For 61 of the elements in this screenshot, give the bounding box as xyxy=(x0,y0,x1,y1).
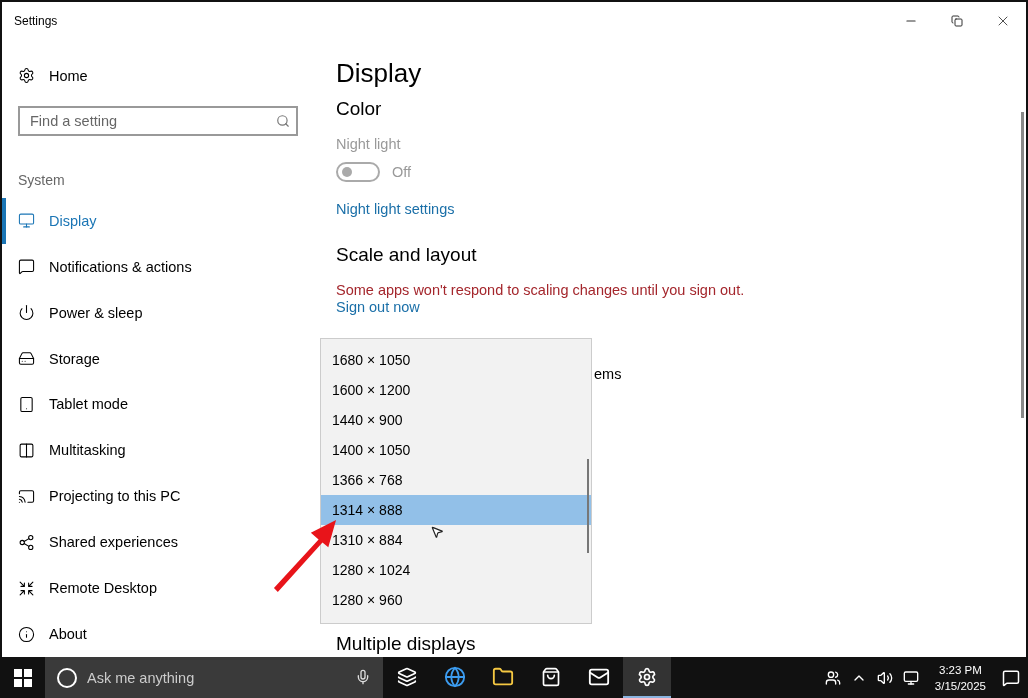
clock[interactable]: 3:23 PM 3/15/2025 xyxy=(934,661,986,694)
nav-icon xyxy=(18,212,35,230)
section-heading: Color xyxy=(336,97,383,121)
nav-icon xyxy=(18,533,35,551)
scrollbar[interactable] xyxy=(1021,112,1024,418)
window-title: Settings xyxy=(14,14,59,28)
section-heading: Scale and layout xyxy=(336,243,478,267)
nav-icon xyxy=(18,350,35,368)
nav-item[interactable]: Display xyxy=(2,197,320,244)
nav-item[interactable]: Remote Desktop xyxy=(2,565,320,612)
settings-icon xyxy=(637,666,657,687)
circle-icon xyxy=(57,668,77,688)
search-icon xyxy=(276,113,290,128)
nav-icon xyxy=(18,395,35,413)
toggle-state: Off xyxy=(392,164,412,180)
globe-icon xyxy=(444,665,466,688)
restore-icon xyxy=(951,15,963,27)
volume-icon[interactable] xyxy=(876,669,893,686)
section-heading: Multiple displays xyxy=(336,632,477,656)
search-field[interactable]: Find a setting xyxy=(18,105,298,136)
sign-out-link[interactable]: Sign out now xyxy=(336,299,420,315)
home-link[interactable]: Home xyxy=(49,67,88,84)
notification-icon[interactable] xyxy=(1002,668,1020,687)
warning-text: Some apps won't respond to scaling changes until you sign out. xyxy=(336,282,746,298)
nav-item[interactable]: Shared experiences xyxy=(2,519,320,566)
partial-text: ems xyxy=(594,366,622,382)
nav-icon xyxy=(18,487,35,505)
page-title: Display xyxy=(336,57,423,90)
resolution-option[interactable]: 1280 × 1024 xyxy=(321,555,591,585)
taskbar-app-button[interactable] xyxy=(623,657,671,698)
resolution-option[interactable]: 1280 × 960 xyxy=(321,585,591,615)
nav-item[interactable]: Projecting to this PC xyxy=(2,473,320,520)
taskbar-search-field[interactable]: Ask me anything xyxy=(45,657,383,698)
cursor-icon xyxy=(430,525,444,539)
nav-item[interactable]: Storage xyxy=(2,335,320,382)
resolution-option[interactable]: 1680 × 1050 xyxy=(321,345,591,375)
resolution-option[interactable]: 1366 × 768 xyxy=(321,465,591,495)
nav-item[interactable]: Multitasking xyxy=(2,427,320,474)
nav-item[interactable]: Power & sleep xyxy=(2,289,320,336)
microphone-icon xyxy=(355,669,371,685)
nav-icon xyxy=(18,579,35,597)
resolution-option[interactable]: 1314 × 888 xyxy=(321,495,591,525)
nav-item[interactable]: Notifications & actions xyxy=(2,243,320,290)
settings-icon xyxy=(18,67,35,85)
windows-logo-icon xyxy=(13,668,32,687)
resolution-option[interactable]: 1600 × 1200 xyxy=(321,375,591,405)
nav-item[interactable]: Tablet mode xyxy=(2,381,320,428)
night-light-settings-link[interactable]: Night light settings xyxy=(336,201,455,217)
people-icon[interactable] xyxy=(824,669,841,686)
nav-item[interactable]: About xyxy=(2,611,320,657)
bag-icon xyxy=(541,666,561,687)
resolution-option[interactable]: 1440 × 900 xyxy=(321,405,591,435)
nav-icon xyxy=(18,625,35,643)
nav-icon xyxy=(18,258,35,276)
section-label: System xyxy=(18,171,66,190)
nav-icon xyxy=(18,304,35,322)
nav-icon xyxy=(18,441,35,459)
folder-icon xyxy=(492,665,514,688)
night-light-label: Night light xyxy=(336,136,402,152)
scrollbar[interactable] xyxy=(587,459,589,553)
resolution-option[interactable]: 1400 × 1050 xyxy=(321,435,591,465)
